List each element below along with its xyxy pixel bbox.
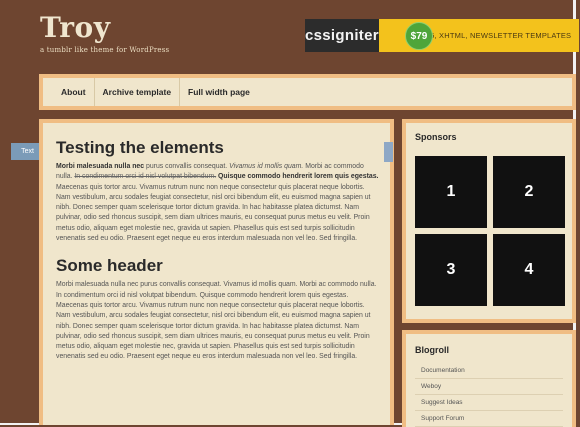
blogroll-widget: Blogroll Documentation Weboy Suggest Ide… — [402, 330, 576, 427]
article-paragraph-1: Morbi malesuada nulla nec purus convalli… — [56, 162, 380, 244]
nav-item-full-width-page[interactable]: Full width page — [180, 78, 258, 106]
blogroll-link-support-forum[interactable]: Support Forum — [415, 411, 563, 427]
sponsor-ad-1[interactable]: 1 — [415, 156, 487, 228]
site-title[interactable]: Troy — [40, 12, 169, 44]
site-tagline: a tumblr like theme for WordPress — [40, 46, 170, 54]
sponsor-grid: 1 2 3 4 — [415, 156, 565, 306]
section-header: Some header — [56, 256, 163, 276]
article-paragraph-2: Morbi malesuada nulla nec purus convalli… — [56, 281, 377, 361]
blogroll-list: Documentation Weboy Suggest Ideas Suppor… — [415, 363, 563, 427]
para-text-4: Maecenas quis tortor arcu. Vivamus rutru… — [56, 183, 371, 243]
para-bold-mid: Quisque commodo hendrerit lorem quis ege… — [218, 173, 379, 181]
sponsors-panel: Sponsors 1 2 3 4 — [406, 123, 572, 319]
para-strikethrough: In condimentum orci id nisl volutpat bib… — [74, 173, 217, 181]
ad-price-badge: $79 — [405, 22, 433, 50]
nav-item-archive-template[interactable]: Archive template — [95, 78, 181, 106]
main-content: Testing the elements Morbi malesuada nul… — [43, 123, 390, 425]
blogroll-link-suggest-ideas[interactable]: Suggest Ideas — [415, 395, 563, 411]
main-content-box: Testing the elements Morbi malesuada nul… — [39, 119, 394, 425]
blogroll-link-weboy[interactable]: Weboy — [415, 379, 563, 395]
ad-brand-label: cssigniter — [305, 19, 379, 52]
sponsors-title: Sponsors — [415, 132, 457, 142]
para-text-1: purus convallis consequat. — [144, 163, 230, 170]
para-bold-start: Morbi malesuada nulla nec — [56, 163, 145, 170]
para-italic: Vivamus id mollis quam. — [229, 163, 304, 170]
main-navigation: About Archive template Full width page — [39, 74, 576, 110]
sponsors-widget: Sponsors 1 2 3 4 — [402, 119, 576, 323]
article-title[interactable]: Testing the elements — [56, 137, 380, 158]
content-scroll-tab[interactable] — [384, 142, 393, 162]
nav-bar: About Archive template Full width page — [43, 78, 572, 106]
site-brand[interactable]: Troy a tumblr like theme for WordPress — [40, 12, 170, 55]
nav-item-about[interactable]: About — [53, 78, 95, 106]
blogroll-title: Blogroll — [415, 345, 449, 355]
sponsor-ad-4[interactable]: 4 — [493, 234, 565, 306]
sponsor-ad-3[interactable]: 3 — [415, 234, 487, 306]
header-ad-banner[interactable]: cssigniter $79 HTML5, XHTML, NEWSLETTER … — [305, 19, 580, 52]
blogroll-link-documentation[interactable]: Documentation — [415, 363, 563, 379]
blogroll-panel: Blogroll Documentation Weboy Suggest Ide… — [406, 334, 572, 427]
sponsor-ad-2[interactable]: 2 — [493, 156, 565, 228]
